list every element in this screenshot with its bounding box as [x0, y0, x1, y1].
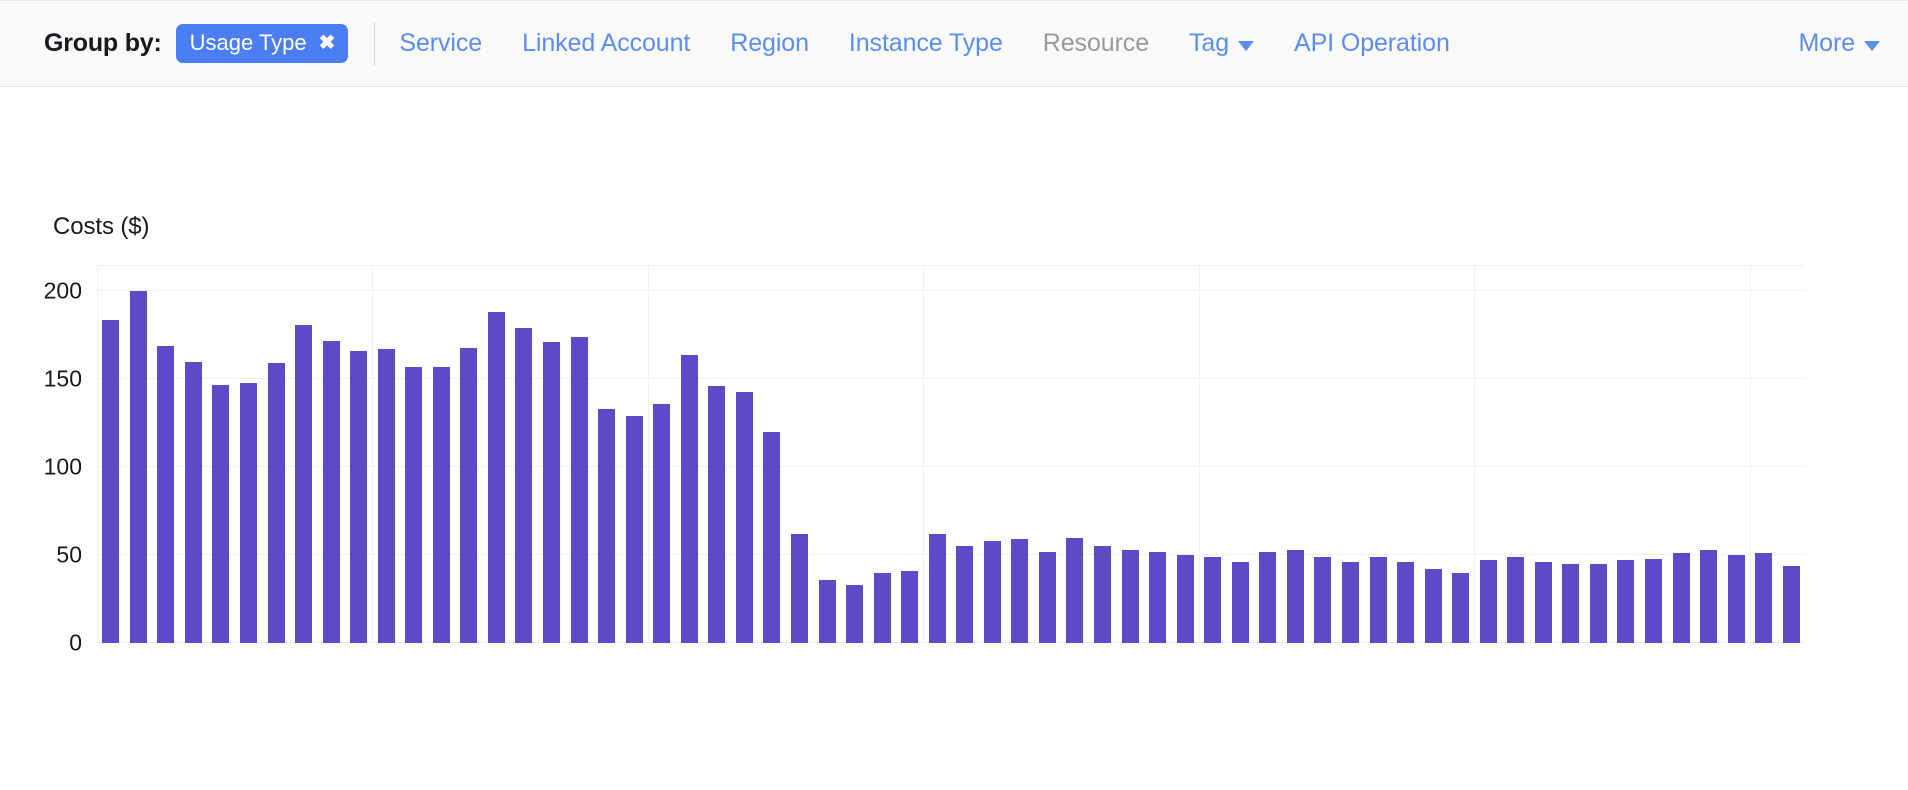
cost-bar[interactable]: [1397, 562, 1414, 643]
group-by-more-button[interactable]: More: [1798, 29, 1880, 58]
group-by-option-api-operation[interactable]: API Operation: [1294, 29, 1450, 58]
cost-bar[interactable]: [488, 312, 505, 643]
cost-bar[interactable]: [984, 541, 1001, 643]
y-axis-tick-label: 150: [43, 365, 82, 392]
y-axis-tick-label: 200: [43, 277, 82, 304]
cost-bar[interactable]: [956, 546, 973, 643]
cost-bar[interactable]: [1480, 560, 1497, 643]
cost-bar[interactable]: [901, 570, 918, 643]
option-label: Resource: [1042, 29, 1149, 57]
chevron-down-icon: [1864, 40, 1880, 51]
cost-bar[interactable]: [1122, 549, 1139, 643]
cost-bar[interactable]: [598, 409, 615, 643]
cost-bar[interactable]: [1617, 560, 1634, 643]
cost-bar[interactable]: [240, 382, 257, 643]
cost-bar[interactable]: [1232, 562, 1249, 643]
cost-bar[interactable]: [1066, 537, 1083, 643]
costs-chart-title: Costs ($): [53, 213, 150, 240]
cost-bar[interactable]: [1370, 556, 1387, 643]
cost-bar[interactable]: [763, 432, 780, 643]
cost-bar[interactable]: [1562, 563, 1579, 643]
cost-bar[interactable]: [1094, 546, 1111, 643]
option-label: Region: [730, 29, 809, 57]
cost-bar[interactable]: [1204, 556, 1221, 643]
cost-bar[interactable]: [515, 328, 532, 643]
charts-region: Costs ($) 050100150200 Usage (GB in thou…: [0, 87, 1908, 790]
option-label: Service: [399, 29, 483, 57]
costs-bar-chart: [97, 265, 1805, 643]
cost-bar[interactable]: [1259, 551, 1276, 643]
cost-bar[interactable]: [1039, 551, 1056, 643]
toolbar-divider: [374, 21, 376, 66]
cost-bar[interactable]: [1535, 562, 1552, 643]
group-by-option-region[interactable]: Region: [730, 29, 809, 58]
cost-bar[interactable]: [378, 349, 395, 643]
cost-bar[interactable]: [543, 342, 560, 643]
option-label: Instance Type: [848, 29, 1003, 57]
cost-bar[interactable]: [350, 351, 367, 643]
cost-bar[interactable]: [157, 345, 174, 643]
cost-bar[interactable]: [323, 340, 340, 643]
cost-bar[interactable]: [929, 534, 946, 643]
y-axis-tick-label: 50: [56, 541, 82, 568]
cost-bar[interactable]: [1645, 558, 1662, 643]
cost-bar[interactable]: [1507, 556, 1524, 643]
cost-bar[interactable]: [185, 361, 202, 643]
option-label: Linked Account: [522, 29, 691, 57]
group-by-toolbar: Group by: Usage Type ✖ Service Linked Ac…: [0, 0, 1908, 87]
cost-bar[interactable]: [102, 319, 119, 643]
cost-bar[interactable]: [433, 366, 450, 643]
cost-bar[interactable]: [1342, 562, 1359, 643]
cost-bar[interactable]: [1177, 555, 1194, 643]
chevron-down-icon: [1238, 40, 1255, 51]
cost-bar[interactable]: [1314, 556, 1331, 643]
group-by-option-tag[interactable]: Tag: [1189, 29, 1255, 58]
cost-bar[interactable]: [791, 534, 808, 643]
costs-bars-container: [97, 265, 1805, 643]
cost-bar[interactable]: [846, 584, 863, 643]
cost-bar[interactable]: [460, 347, 477, 643]
option-label: Tag: [1189, 29, 1230, 57]
costs-y-axis: 0 50 100 150 200: [0, 265, 82, 656]
cost-bar[interactable]: [268, 363, 285, 643]
cost-bar[interactable]: [1149, 551, 1166, 643]
cost-bar[interactable]: [653, 403, 670, 643]
y-axis-tick-label: 0: [69, 629, 82, 656]
cost-bar[interactable]: [130, 291, 147, 643]
close-icon[interactable]: ✖: [319, 33, 336, 53]
cost-bar[interactable]: [1700, 549, 1717, 643]
cost-bar[interactable]: [1673, 553, 1690, 643]
cost-bar[interactable]: [405, 366, 422, 643]
cost-bar[interactable]: [874, 572, 891, 643]
cost-bar[interactable]: [626, 416, 643, 643]
chip-label: Usage Type: [189, 30, 307, 55]
cost-bar[interactable]: [819, 579, 836, 643]
more-label: More: [1798, 29, 1855, 57]
cost-bar[interactable]: [1287, 549, 1304, 643]
y-axis-tick-label: 100: [43, 453, 82, 480]
option-label: API Operation: [1294, 29, 1450, 57]
group-by-option-linked-account[interactable]: Linked Account: [522, 29, 690, 58]
group-by-label: Group by:: [44, 29, 162, 57]
cost-bar[interactable]: [708, 386, 725, 643]
cost-bar[interactable]: [736, 391, 753, 643]
cost-bar[interactable]: [1452, 572, 1469, 643]
group-by-chip-usage-type[interactable]: Usage Type ✖: [175, 24, 349, 63]
cost-bar[interactable]: [1728, 555, 1745, 643]
cost-bar[interactable]: [1783, 565, 1800, 643]
cost-bar[interactable]: [681, 354, 698, 643]
cost-bar[interactable]: [1590, 563, 1607, 643]
cost-bar[interactable]: [571, 337, 588, 643]
cost-bar[interactable]: [1425, 569, 1442, 643]
group-by-option-instance-type[interactable]: Instance Type: [849, 29, 1003, 58]
cost-bar[interactable]: [212, 384, 229, 643]
cost-bar[interactable]: [1755, 553, 1772, 643]
cost-bar[interactable]: [295, 324, 312, 643]
group-by-option-service[interactable]: Service: [399, 29, 482, 58]
group-by-option-resource: Resource: [1043, 29, 1149, 58]
cost-bar[interactable]: [1011, 539, 1028, 643]
